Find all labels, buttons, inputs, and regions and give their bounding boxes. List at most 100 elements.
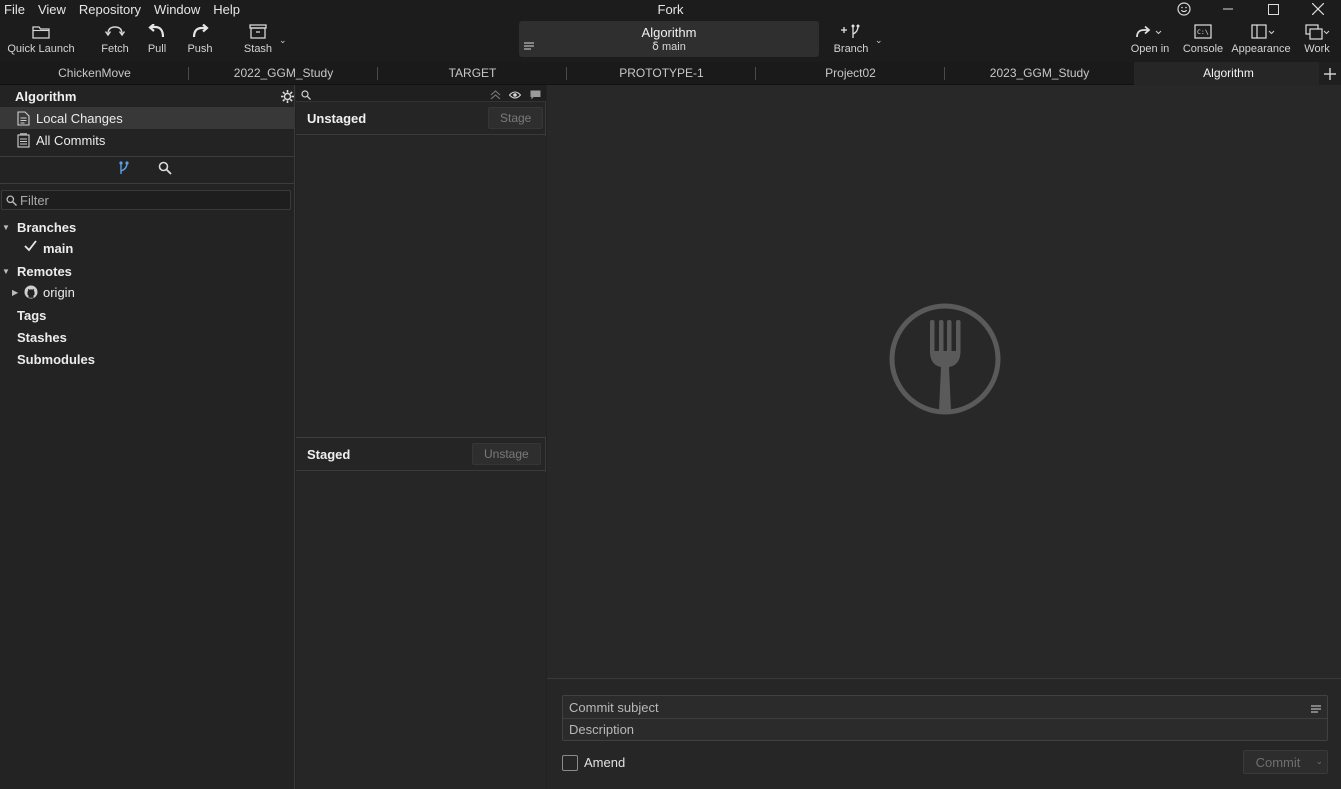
open-in-arrow-icon bbox=[1136, 25, 1162, 38]
tree-branches-header[interactable]: ▼ Branches bbox=[0, 216, 295, 238]
branch-label: Branch bbox=[833, 43, 869, 55]
tree-tags-header[interactable]: Tags bbox=[0, 304, 295, 326]
console-button[interactable]: C:\ Console bbox=[1181, 24, 1225, 58]
commit-description-input[interactable] bbox=[569, 719, 1289, 739]
unstaged-file-list[interactable] bbox=[296, 136, 546, 437]
branches-view-toggle[interactable] bbox=[118, 161, 130, 175]
unstage-button[interactable]: Unstage bbox=[472, 443, 541, 465]
work-label: Work bbox=[1304, 43, 1330, 55]
sidebar-item-local-changes[interactable]: Local Changes bbox=[0, 107, 295, 129]
console-label: Console bbox=[1182, 43, 1224, 55]
svg-text:C:\: C:\ bbox=[1197, 28, 1209, 36]
local-changes-label: Local Changes bbox=[36, 110, 123, 126]
eye-icon[interactable] bbox=[508, 88, 522, 103]
minimize-icon bbox=[1223, 8, 1233, 10]
all-commits-label: All Commits bbox=[36, 132, 106, 148]
tab-2022-ggm-study[interactable]: 2022_GGM_Study bbox=[189, 62, 378, 85]
amend-checkbox[interactable] bbox=[562, 755, 578, 771]
stash-button[interactable]: Stash bbox=[241, 24, 275, 58]
new-branch-icon bbox=[841, 24, 860, 38]
tab-algorithm[interactable]: Algorithm bbox=[1134, 62, 1323, 85]
push-button[interactable]: Push bbox=[184, 24, 216, 58]
tab-chickenmove[interactable]: ChickenMove bbox=[0, 62, 189, 85]
staged-file-list[interactable] bbox=[296, 472, 546, 789]
fetch-label: Fetch bbox=[101, 43, 129, 55]
feedback-smiley-button[interactable] bbox=[1162, 0, 1206, 18]
tree-branch-main[interactable]: main bbox=[0, 237, 295, 259]
filter-search-icon bbox=[6, 194, 17, 209]
tree-remotes-header[interactable]: ▼ Remotes bbox=[0, 260, 295, 282]
sidebar-divider bbox=[0, 156, 295, 157]
staged-title: Staged bbox=[307, 447, 351, 462]
branch-main-label: main bbox=[43, 240, 74, 256]
pull-button[interactable]: Pull bbox=[143, 24, 171, 58]
tree-remote-origin[interactable]: ▶ origin bbox=[0, 281, 295, 303]
tree-stashes-header[interactable]: Stashes bbox=[0, 326, 295, 348]
add-tab-button[interactable] bbox=[1319, 62, 1341, 85]
title-toolbar-bar: File View Repository Window Help Fork Qu… bbox=[0, 0, 1341, 62]
collapse-all-chevrons-icon[interactable] bbox=[490, 88, 501, 103]
sidebar-filter bbox=[1, 190, 291, 210]
changes-panel: Unstaged Stage Staged Unstage bbox=[296, 85, 546, 789]
filter-input[interactable] bbox=[20, 192, 280, 208]
branch-icon bbox=[119, 161, 129, 174]
comment-icon[interactable] bbox=[530, 88, 541, 103]
work-button[interactable]: Work bbox=[1300, 24, 1334, 58]
appearance-button[interactable]: Appearance bbox=[1230, 24, 1292, 58]
submodules-label: Submodules bbox=[17, 351, 96, 367]
changes-search-input[interactable] bbox=[314, 85, 484, 101]
commit-subject-input[interactable] bbox=[569, 697, 1289, 717]
commit-template-lines-icon[interactable] bbox=[1311, 701, 1321, 716]
stash-box-icon bbox=[249, 24, 267, 39]
tab-project02[interactable]: Project02 bbox=[756, 62, 945, 85]
pull-icon bbox=[148, 24, 165, 38]
fetch-icon bbox=[104, 26, 126, 37]
commit-list-icon bbox=[17, 132, 30, 148]
menu-repository[interactable]: Repository bbox=[75, 0, 145, 20]
tree-submodules-header[interactable]: Submodules bbox=[0, 348, 295, 370]
commit-button[interactable]: Commit ⌄ bbox=[1243, 750, 1328, 774]
tab-target[interactable]: TARGET bbox=[378, 62, 567, 85]
open-in-button[interactable]: Open in bbox=[1128, 24, 1172, 58]
stashes-label: Stashes bbox=[17, 329, 67, 345]
branch-dropdown-chevron-icon[interactable]: ⌄ bbox=[875, 35, 883, 46]
menu-file[interactable]: File bbox=[0, 0, 29, 20]
menu-view[interactable]: View bbox=[34, 0, 70, 20]
sidebar: Algorithm Local Changes All Commits ▼ Br… bbox=[0, 85, 295, 789]
tab-2023-ggm-study[interactable]: 2023_GGM_Study bbox=[945, 62, 1134, 85]
maximize-button[interactable] bbox=[1251, 0, 1295, 18]
branch-button[interactable]: Branch bbox=[832, 24, 870, 58]
fetch-button[interactable]: Fetch bbox=[96, 24, 134, 58]
commit-button-label: Commit bbox=[1255, 755, 1301, 770]
close-icon bbox=[1312, 3, 1324, 15]
tab-prototype-1[interactable]: PROTOTYPE-1 bbox=[567, 62, 756, 85]
remotes-label: Remotes bbox=[17, 263, 72, 279]
checkmark-icon bbox=[24, 240, 37, 255]
smiley-icon bbox=[1177, 2, 1191, 16]
repository-name: Algorithm bbox=[641, 25, 697, 40]
menu-window[interactable]: Window bbox=[150, 0, 204, 20]
stash-dropdown-chevron-icon[interactable]: ⌄ bbox=[279, 35, 287, 46]
commit-message-fields bbox=[562, 695, 1328, 741]
console-icon: C:\ bbox=[1194, 24, 1212, 39]
expanded-triangle-icon: ▼ bbox=[2, 222, 10, 232]
gear-icon bbox=[281, 90, 294, 103]
repository-settings-button[interactable] bbox=[281, 90, 294, 106]
origin-label: origin bbox=[43, 284, 75, 300]
push-icon bbox=[192, 24, 209, 38]
repository-selector[interactable]: Algorithm ẟ main bbox=[519, 21, 819, 57]
close-window-button[interactable] bbox=[1296, 0, 1340, 18]
folder-icon bbox=[32, 26, 50, 39]
commit-dropdown-chevron-icon[interactable]: ⌄ bbox=[1315, 756, 1323, 767]
document-icon bbox=[17, 110, 30, 126]
sidebar-item-all-commits[interactable]: All Commits bbox=[0, 129, 295, 151]
diff-detail-panel bbox=[547, 85, 1341, 678]
changes-search-icon bbox=[301, 88, 311, 103]
quick-launch-button[interactable]: Quick Launch bbox=[6, 24, 76, 58]
search-view-toggle[interactable] bbox=[158, 161, 172, 175]
minimize-button[interactable] bbox=[1206, 0, 1250, 18]
open-in-label: Open in bbox=[1130, 43, 1170, 55]
menu-help[interactable]: Help bbox=[209, 0, 244, 20]
stage-button[interactable]: Stage bbox=[488, 107, 544, 129]
stash-label: Stash bbox=[243, 43, 273, 55]
